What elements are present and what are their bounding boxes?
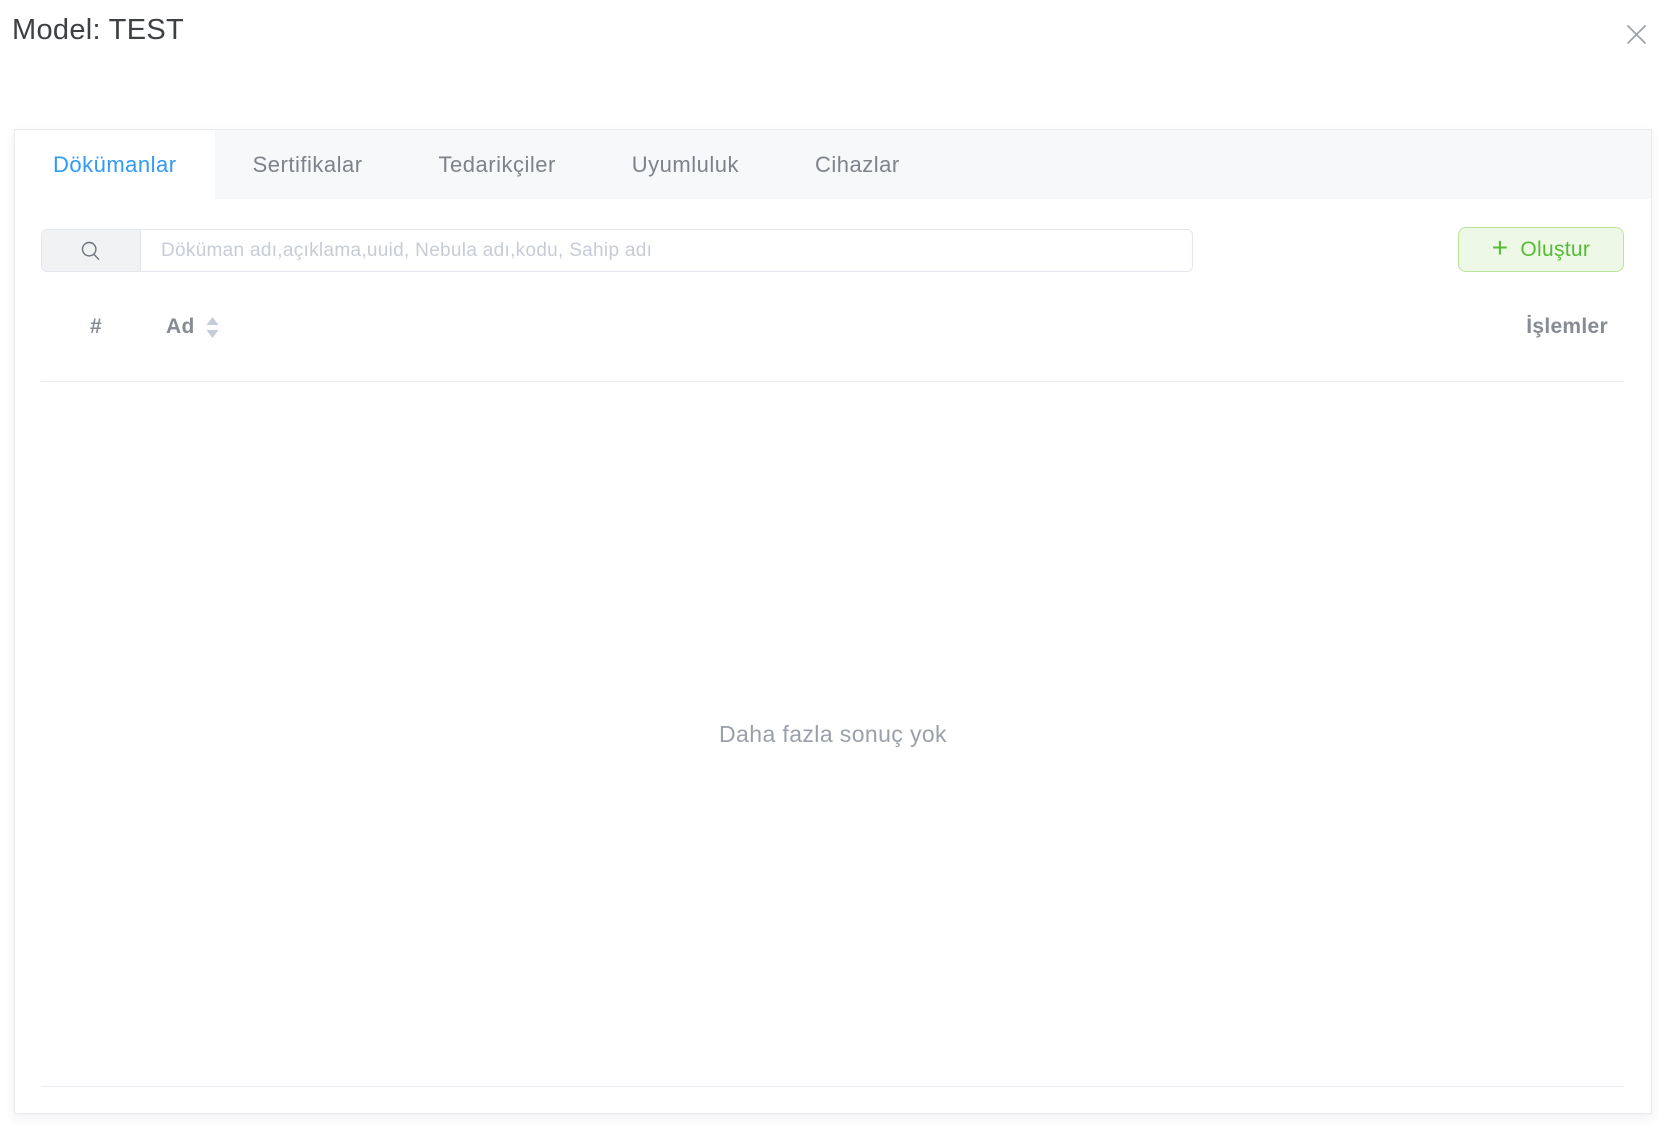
column-header-actions: İşlemler xyxy=(1526,315,1608,339)
sort-icon[interactable] xyxy=(205,316,220,339)
tab-dokumanlar[interactable]: Dökümanlar xyxy=(15,130,215,199)
search-input[interactable] xyxy=(141,230,1192,271)
create-button-label: Oluştur xyxy=(1520,238,1590,262)
empty-state-message: Daha fazla sonuç yok xyxy=(719,721,947,748)
close-button[interactable] xyxy=(1623,21,1649,47)
create-button[interactable]: + Oluştur xyxy=(1458,227,1624,272)
page-title: Model: TEST xyxy=(12,14,184,47)
close-icon xyxy=(1626,24,1647,45)
plus-icon: + xyxy=(1492,234,1509,262)
column-header-index: # xyxy=(90,315,102,339)
search-group xyxy=(41,229,1193,272)
modal-panel: Dökümanlar Sertifikalar Tedarikçiler Uyu… xyxy=(14,129,1652,1114)
tab-bar-filler xyxy=(938,130,1651,199)
column-header-name[interactable]: Ad xyxy=(166,314,220,339)
search-icon xyxy=(80,240,102,262)
table-header-row: # Ad İşlemler xyxy=(41,272,1624,382)
table-body: Daha fazla sonuç yok xyxy=(15,382,1651,1086)
tab-bar: Dökümanlar Sertifikalar Tedarikçiler Uyu… xyxy=(15,130,1651,199)
toolbar: + Oluştur xyxy=(41,229,1624,272)
tab-cihazlar[interactable]: Cihazlar xyxy=(777,130,938,199)
column-header-name-label: Ad xyxy=(166,315,195,339)
tab-uyumluluk[interactable]: Uyumluluk xyxy=(594,130,777,199)
bottom-divider xyxy=(41,1086,1624,1087)
search-icon-segment xyxy=(42,230,141,271)
tab-tedarikciler[interactable]: Tedarikçiler xyxy=(401,130,594,199)
tab-sertifikalar[interactable]: Sertifikalar xyxy=(215,130,401,199)
